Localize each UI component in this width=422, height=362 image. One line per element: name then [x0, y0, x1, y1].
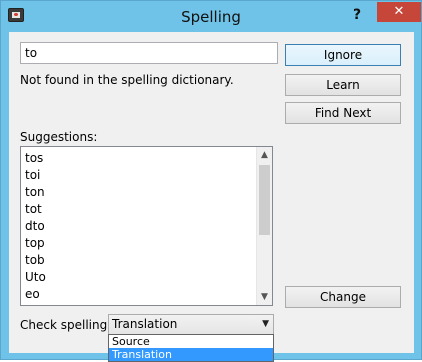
close-button[interactable]: ✕ [377, 2, 421, 22]
list-item[interactable]: tot [25, 202, 42, 216]
list-scrollbar[interactable]: ▲ ▼ [256, 147, 272, 305]
find-next-button[interactable]: Find Next [285, 102, 401, 124]
list-item[interactable]: ton [25, 185, 45, 199]
learn-button[interactable]: Learn [285, 74, 401, 96]
list-item[interactable]: dto [25, 219, 45, 233]
language-dropdown: Source Translation [108, 334, 274, 362]
language-select-value: Translation [112, 317, 178, 331]
list-item[interactable]: Uto [25, 270, 46, 284]
list-item[interactable]: tob [25, 253, 45, 267]
dropdown-option-source[interactable]: Source [109, 335, 273, 348]
suggestions-list[interactable]: tos toi ton tot dto top tob Uto eo ▲ ▼ [20, 146, 273, 306]
word-input[interactable]: to [20, 42, 278, 64]
ignore-button[interactable]: Ignore [285, 44, 401, 66]
scroll-thumb[interactable] [259, 165, 270, 235]
chevron-down-icon[interactable]: ▼ [262, 315, 269, 334]
list-item[interactable]: top [25, 236, 45, 250]
dialog-body: to Not found in the spelling dictionary.… [9, 32, 414, 362]
suggestions-label: Suggestions: [20, 130, 98, 144]
scroll-up-icon[interactable]: ▲ [257, 147, 272, 163]
title-bar[interactable]: Spelling ? ✕ [1, 1, 421, 33]
dropdown-option-translation[interactable]: Translation [109, 348, 273, 361]
status-text: Not found in the spelling dictionary. [20, 73, 234, 87]
change-button[interactable]: Change [285, 286, 401, 308]
list-item[interactable]: tos [25, 151, 43, 165]
list-item[interactable]: toi [25, 168, 40, 182]
language-select[interactable]: Translation ▼ [108, 314, 274, 335]
spelling-dialog: Spelling ? ✕ to Not found in the spellin… [0, 0, 422, 362]
scroll-down-icon[interactable]: ▼ [257, 289, 272, 305]
list-item[interactable]: eo [25, 287, 40, 301]
help-button[interactable]: ? [347, 5, 367, 25]
